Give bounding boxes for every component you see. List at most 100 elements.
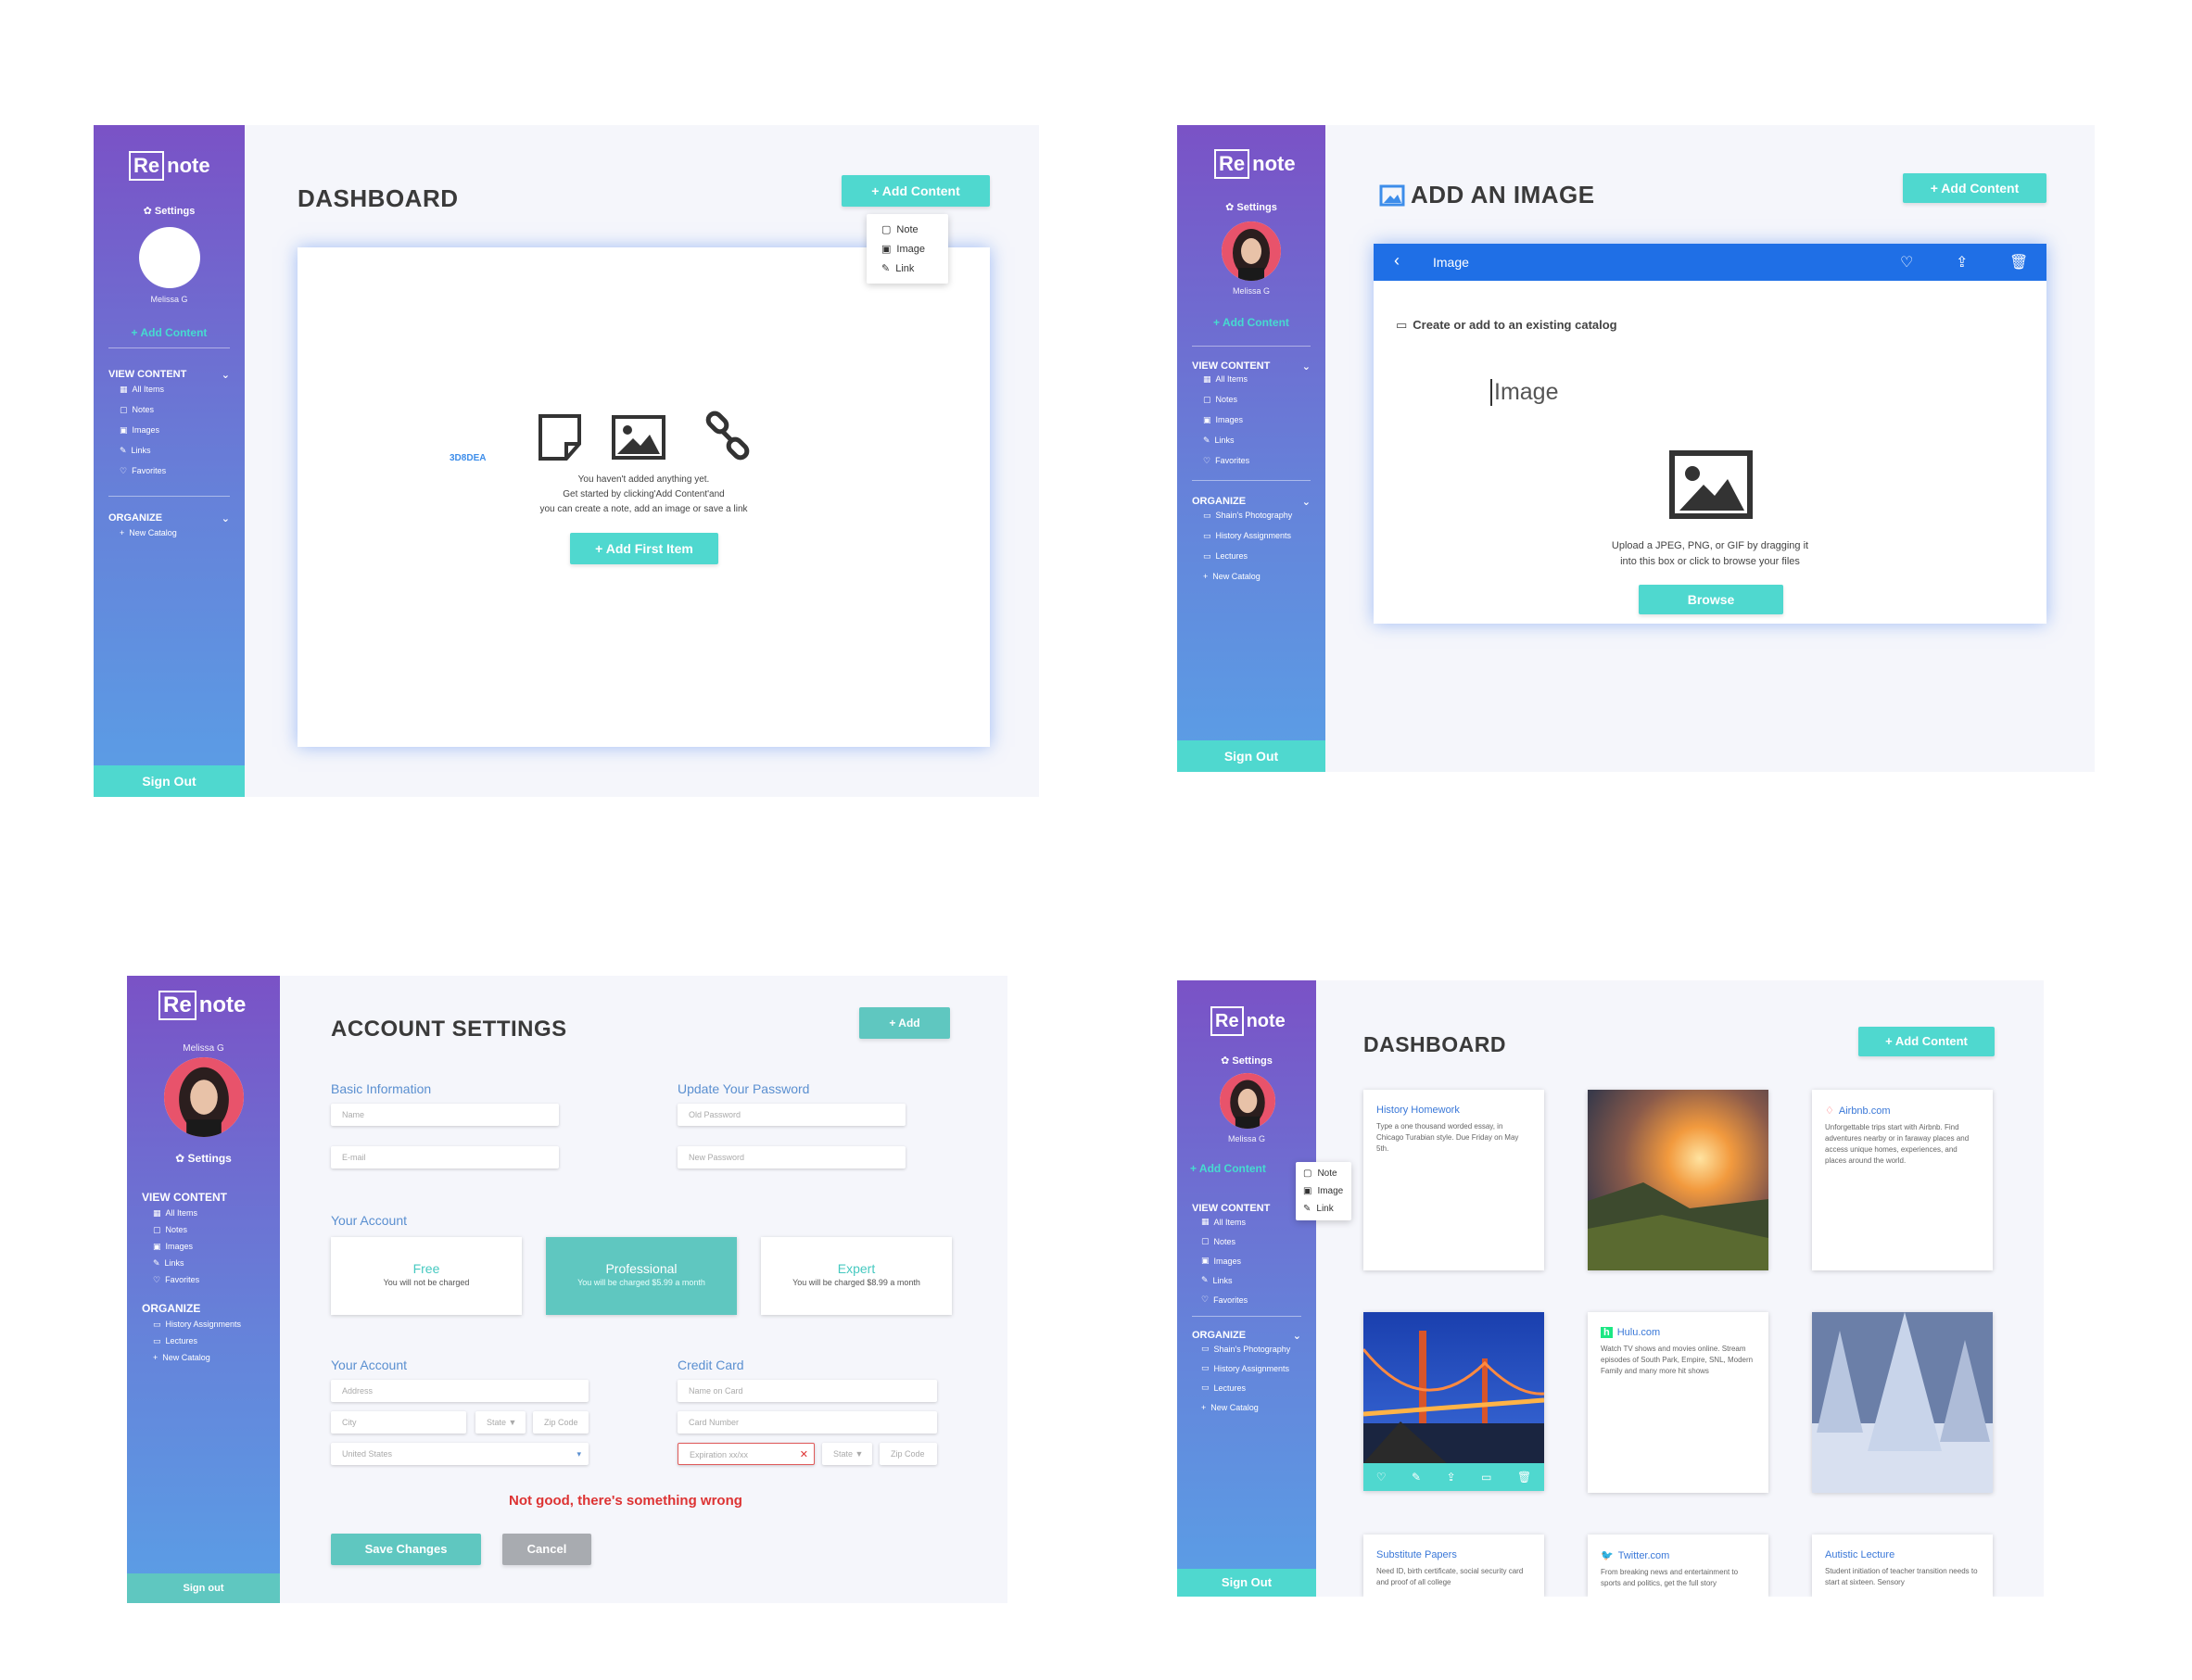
city-field[interactable]: City [331, 1411, 466, 1434]
avatar[interactable] [1220, 1073, 1275, 1129]
note-card-autistic-lecture[interactable]: Autistic Lecture Student initiation of t… [1812, 1535, 1993, 1597]
share-icon[interactable]: ⇪ [1956, 253, 1968, 272]
address-field[interactable]: Address [331, 1380, 589, 1402]
avatar[interactable] [1222, 221, 1281, 281]
logo[interactable]: Re note [1214, 149, 1296, 179]
trash-icon[interactable]: 🗑 [1517, 1471, 1531, 1484]
logo[interactable]: Re note [129, 151, 210, 181]
sidebar-item-all-items[interactable]: ▦ All Items [120, 379, 166, 399]
cancel-button[interactable]: Cancel [502, 1534, 591, 1565]
settings-link[interactable]: ✿ Settings [1177, 1055, 1316, 1067]
sidebar-item-new-catalog[interactable]: + New Catalog [120, 523, 177, 543]
sidebar-item-favorites[interactable]: ♡ Favorites [1203, 450, 1249, 471]
sidebar-item-links[interactable]: ✎ Links [120, 440, 166, 461]
folder-icon[interactable]: ▭ [1481, 1471, 1491, 1484]
image-upload-icon[interactable] [1668, 449, 1754, 520]
sidebar-item-links[interactable]: ✎ Links [1201, 1270, 1248, 1290]
sidebar-item-history-assignments[interactable]: ▭ History Assignments [1201, 1358, 1290, 1378]
sidebar-item-notes[interactable]: ▢ Notes [1201, 1232, 1248, 1251]
sidebar-item-history-assignments[interactable]: ▭ History Assignments [1203, 525, 1292, 546]
sign-out-button[interactable]: Sign out [127, 1573, 280, 1603]
sidebar-item-all-items[interactable]: ▦ All Items [1201, 1212, 1248, 1232]
sidebar-item-images[interactable]: ▣ Images [1201, 1251, 1248, 1270]
old-password-field[interactable]: Old Password [678, 1104, 906, 1126]
sidebar-item-lectures[interactable]: ▭ Lectures [153, 1333, 241, 1349]
sidebar-item-favorites[interactable]: ♡ Favorites [1201, 1290, 1248, 1309]
plan-expert[interactable]: Expert You will be charged $8.99 a month [761, 1237, 952, 1315]
image-card-snowy-forest[interactable] [1812, 1312, 1993, 1493]
plan-free[interactable]: Free You will not be charged [331, 1237, 522, 1315]
sidebar-item-shains-photography[interactable]: ▭ Shain's Photography [1203, 505, 1292, 525]
sidebar-add-content[interactable]: + Add Content [94, 326, 245, 339]
sidebar-item-links[interactable]: ✎ Links [153, 1255, 199, 1271]
settings-link[interactable]: ✿ Settings [127, 1152, 280, 1165]
sign-out-button[interactable]: Sign Out [1177, 740, 1325, 772]
zip-field[interactable]: Zip Code [533, 1411, 589, 1434]
organize-heading[interactable]: ORGANIZE [142, 1302, 265, 1315]
name-field[interactable]: Name [331, 1104, 559, 1126]
add-button[interactable]: + Add [859, 1007, 950, 1039]
sidebar-item-notes[interactable]: ▢ Notes [1203, 389, 1249, 410]
sidebar-item-new-catalog[interactable]: + New Catalog [153, 1349, 241, 1366]
share-icon[interactable]: ⇪ [1447, 1471, 1456, 1484]
menu-item-link[interactable]: ✎ Link [1296, 1200, 1351, 1218]
heart-icon[interactable]: ♡ [1376, 1471, 1387, 1484]
heart-icon[interactable]: ♡ [1900, 253, 1913, 272]
image-card-golden-gate[interactable]: ♡ ✎ ⇪ ▭ 🗑 [1363, 1312, 1544, 1491]
note-card-substitute-papers[interactable]: Substitute Papers Need ID, birth certifi… [1363, 1535, 1544, 1597]
sidebar-item-images[interactable]: ▣ Images [153, 1238, 199, 1255]
sidebar-item-new-catalog[interactable]: + New Catalog [1203, 566, 1292, 587]
sidebar-item-favorites[interactable]: ♡ Favorites [120, 461, 166, 481]
sidebar-item-lectures[interactable]: ▭ Lectures [1203, 546, 1292, 566]
save-changes-button[interactable]: Save Changes [331, 1534, 481, 1565]
avatar[interactable] [164, 1057, 244, 1137]
email-field[interactable]: E-mail [331, 1146, 559, 1168]
sidebar-item-all-items[interactable]: ▦ All Items [153, 1205, 199, 1221]
card-number-field[interactable]: Card Number [678, 1411, 937, 1434]
note-card-history-homework[interactable]: History Homework Type a one thousand wor… [1363, 1090, 1544, 1270]
state-select[interactable]: State ▼ [475, 1411, 526, 1434]
sidebar-item-favorites[interactable]: ♡ Favorites [153, 1271, 199, 1288]
link-card-airbnb[interactable]: ♢ Airbnb.com Unforgettable trips start wi… [1812, 1090, 1993, 1270]
menu-item-link[interactable]: ✎ Link [867, 259, 948, 278]
link-card-twitter[interactable]: 🐦 Twitter.com From breaking news and ente… [1588, 1535, 1768, 1597]
logo[interactable]: Re note [158, 991, 246, 1020]
add-content-button[interactable]: + Add Content [1858, 1027, 1995, 1056]
menu-item-image[interactable]: ▣ Image [867, 239, 948, 259]
view-content-heading[interactable]: VIEW CONTENT [142, 1191, 265, 1204]
catalog-selector[interactable]: ▭ Create or add to an existing catalog [1396, 318, 1617, 333]
sidebar-item-images[interactable]: ▣ Images [120, 420, 166, 440]
zip-field-card[interactable]: Zip Code [880, 1443, 937, 1465]
settings-link[interactable]: ✿ Settings [94, 205, 245, 217]
menu-item-image[interactable]: ▣ Image [1296, 1182, 1351, 1200]
settings-link[interactable]: ✿ Settings [1177, 201, 1325, 213]
edit-icon[interactable]: ✎ [1412, 1471, 1421, 1484]
state-select-card[interactable]: State ▼ [822, 1443, 872, 1465]
sidebar-item-lectures[interactable]: ▭ Lectures [1201, 1378, 1290, 1397]
logo[interactable]: Re note [1210, 1006, 1286, 1036]
back-icon[interactable]: ‹ [1394, 251, 1400, 271]
sidebar-item-images[interactable]: ▣ Images [1203, 410, 1249, 430]
sidebar-item-new-catalog[interactable]: + New Catalog [1201, 1397, 1290, 1417]
sidebar-item-history-assignments[interactable]: ▭ History Assignments [153, 1316, 241, 1333]
name-on-card-field[interactable]: Name on Card [678, 1380, 937, 1402]
sidebar-item-all-items[interactable]: ▦ All Items [1203, 369, 1249, 389]
sidebar-item-notes[interactable]: ▢ Notes [153, 1221, 199, 1238]
sidebar-add-content[interactable]: + Add Content [1177, 316, 1325, 329]
expiration-field[interactable]: Expiration xx/xx ✕ [678, 1443, 815, 1465]
sidebar-item-shains-photography[interactable]: ▭ Shain's Photography [1201, 1339, 1290, 1358]
browse-button[interactable]: Browse [1639, 585, 1783, 614]
sign-out-button[interactable]: Sign Out [94, 765, 245, 797]
add-first-item-button[interactable]: + Add First Item [570, 533, 718, 564]
sidebar-item-notes[interactable]: ▢ Notes [120, 399, 166, 420]
new-password-field[interactable]: New Password [678, 1146, 906, 1168]
add-content-button[interactable]: + Add Content [1903, 173, 2046, 203]
trash-icon[interactable]: 🗑 [2009, 253, 2028, 272]
image-card-sunset[interactable] [1588, 1090, 1768, 1270]
plan-professional[interactable]: Professional You will be charged $5.99 a… [546, 1237, 737, 1315]
sign-out-button[interactable]: Sign Out [1177, 1569, 1316, 1597]
menu-item-note[interactable]: ▢ Note [867, 220, 948, 239]
sidebar-item-links[interactable]: ✎ Links [1203, 430, 1249, 450]
image-title-input[interactable]: Image [1490, 379, 1558, 406]
menu-item-note[interactable]: ▢ Note [1296, 1165, 1351, 1182]
